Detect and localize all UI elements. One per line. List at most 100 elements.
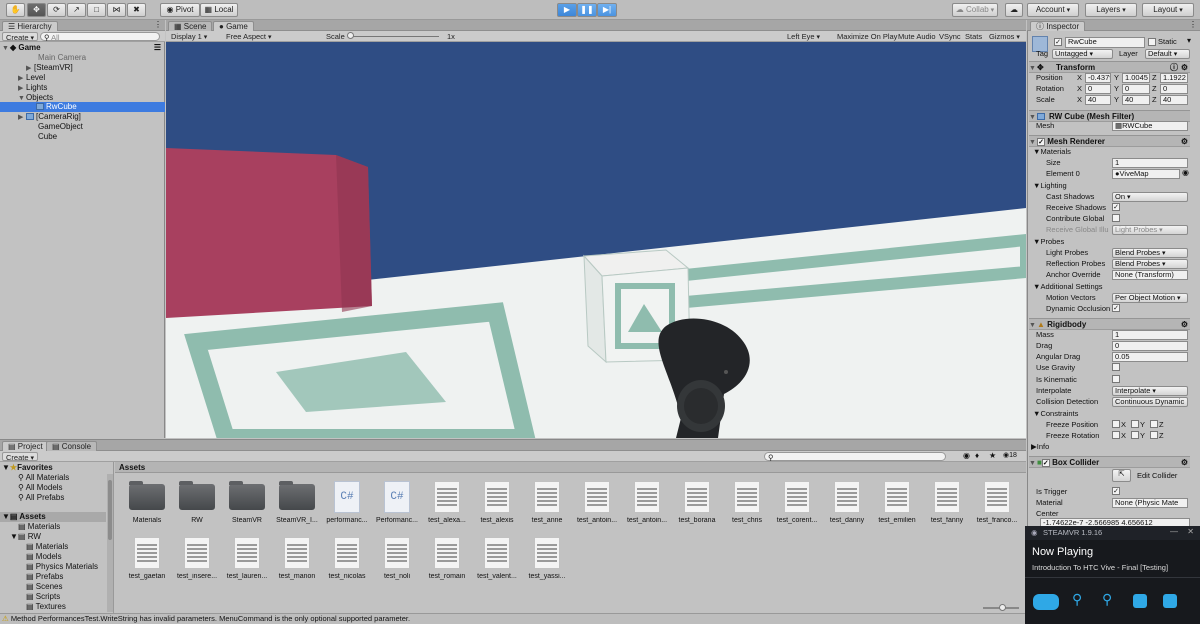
filter-by-label-icon[interactable]: ♦: [975, 451, 979, 460]
asset-item[interactable]: SteamVR_I...: [273, 480, 321, 532]
asset-item[interactable]: test_valent...: [473, 536, 521, 588]
favorite-star-icon[interactable]: ★: [989, 451, 996, 460]
is-trigger-checkbox[interactable]: ✓: [1112, 487, 1120, 495]
scale-slider[interactable]: Scale: [323, 32, 458, 41]
custom-tool-icon[interactable]: ✖: [127, 3, 146, 17]
reflection-probes-dropdown[interactable]: Blend Probes: [1112, 259, 1188, 269]
asset-item[interactable]: test_noli: [373, 536, 421, 588]
tree-folder[interactable]: ▤ Physics Materials: [0, 562, 98, 572]
position-z-field[interactable]: 1.1922: [1160, 73, 1188, 83]
rotation-x-field[interactable]: 0: [1085, 84, 1111, 94]
eye-dropdown[interactable]: Left Eye: [784, 32, 823, 41]
collider-material-field[interactable]: None (Physic Mate: [1112, 498, 1188, 508]
local-toggle[interactable]: ▦ Local: [200, 3, 238, 17]
anchor-override-field[interactable]: None (Transform): [1112, 270, 1188, 280]
constraints-foldout[interactable]: ▼Constraints: [1033, 408, 1197, 419]
asset-item[interactable]: test_danny: [823, 480, 871, 532]
element0-field[interactable]: ●ViveMap: [1112, 169, 1180, 179]
base-station-1-icon[interactable]: [1133, 594, 1147, 608]
component-settings-icon[interactable]: ⚙: [1181, 319, 1188, 330]
rotation-z-field[interactable]: 0: [1160, 84, 1188, 94]
collab-dropdown[interactable]: ☁ Collab: [952, 3, 998, 17]
probes-foldout[interactable]: ▼Probes: [1033, 236, 1197, 247]
component-settings-icon[interactable]: ⚙: [1181, 62, 1188, 73]
materials-foldout[interactable]: ▼Materials: [1033, 146, 1197, 157]
object-picker-icon[interactable]: ◉: [1182, 168, 1189, 177]
vsync-toggle[interactable]: VSync: [936, 32, 964, 41]
asset-item[interactable]: test_lauren...: [223, 536, 271, 588]
play-button[interactable]: ▶: [557, 3, 577, 17]
hierarchy-create-dropdown[interactable]: Create: [2, 32, 38, 42]
icon-size-slider[interactable]: [983, 604, 1019, 611]
asset-item[interactable]: test_gaetan: [123, 536, 171, 588]
additional-settings-foldout[interactable]: ▼Additional Settings: [1033, 281, 1197, 292]
position-x-field[interactable]: -0.4379: [1085, 73, 1111, 83]
controller-1-icon[interactable]: ⚲: [1072, 591, 1082, 608]
rotation-y-field[interactable]: 0: [1122, 84, 1150, 94]
gizmos-dropdown[interactable]: Gizmos: [986, 32, 1023, 41]
rect-tool-icon[interactable]: □: [87, 3, 106, 17]
tree-folder[interactable]: ▼▤ RW: [0, 532, 41, 542]
static-checkbox[interactable]: [1148, 38, 1156, 46]
tab-hierarchy[interactable]: ☰ Hierarchy: [2, 21, 58, 31]
hierarchy-item[interactable]: Main Camera: [0, 53, 86, 63]
light-probes-dropdown[interactable]: Blend Probes: [1112, 248, 1188, 258]
asset-item[interactable]: test_alexis: [473, 480, 521, 532]
status-bar[interactable]: ⚠ Method PerformancesTest.WriteString ha…: [0, 613, 1200, 624]
asset-item[interactable]: SteamVR: [223, 480, 271, 532]
tab-game[interactable]: ● Game: [213, 21, 254, 31]
cast-shadows-dropdown[interactable]: On: [1112, 192, 1188, 202]
materials-size-field[interactable]: 1: [1112, 158, 1188, 168]
layout-dropdown[interactable]: Layout: [1142, 3, 1194, 17]
edit-collider-icon[interactable]: ⇱: [1112, 469, 1131, 482]
contribute-global-checkbox[interactable]: [1112, 214, 1120, 222]
scale-tool-icon[interactable]: ↗: [67, 3, 86, 17]
scale-y-field[interactable]: 40: [1122, 95, 1150, 105]
hierarchy-search-input[interactable]: ⚲ All: [40, 32, 160, 42]
assets-root-row[interactable]: ▼▤ Assets: [0, 512, 106, 522]
tree-folder[interactable]: ▤ Scripts: [0, 592, 60, 602]
asset-item[interactable]: test_yassi...: [523, 536, 571, 588]
drag-field[interactable]: 0: [1112, 341, 1188, 351]
panel-menu-icon[interactable]: ⋮: [154, 20, 162, 29]
freeze-rot-z-checkbox[interactable]: [1150, 431, 1158, 439]
asset-item[interactable]: RW: [173, 480, 221, 532]
asset-item[interactable]: test_corent...: [773, 480, 821, 532]
minimize-icon[interactable]: —: [1170, 527, 1178, 536]
hierarchy-item[interactable]: ▶ Level: [0, 73, 45, 83]
hierarchy-item[interactable]: GameObject: [0, 122, 83, 132]
tab-console[interactable]: ▤ Console: [46, 441, 98, 451]
layer-dropdown[interactable]: Default: [1145, 49, 1190, 59]
use-gravity-checkbox[interactable]: [1112, 363, 1120, 371]
favorites-row[interactable]: ▼★Favorites: [0, 463, 53, 473]
hierarchy-item[interactable]: ▶ [CameraRig]: [0, 112, 81, 122]
tree-folder[interactable]: ▤ Prefabs: [0, 572, 63, 582]
asset-item[interactable]: test_emilien: [873, 480, 921, 532]
asset-item[interactable]: test_chris: [723, 480, 771, 532]
freeze-pos-z-checkbox[interactable]: [1150, 420, 1158, 428]
tree-folder[interactable]: ▤ Models: [0, 552, 62, 562]
asset-item[interactable]: test_manon: [273, 536, 321, 588]
pause-button[interactable]: ❚❚: [577, 3, 597, 17]
mass-field[interactable]: 1: [1112, 330, 1188, 340]
motion-vectors-dropdown[interactable]: Per Object Motion: [1112, 293, 1188, 303]
project-create-dropdown[interactable]: Create: [2, 452, 38, 462]
asset-item[interactable]: test_fanny: [923, 480, 971, 532]
aspect-dropdown[interactable]: Free Aspect: [223, 32, 319, 41]
tab-inspector[interactable]: ⓘ Inspector: [1030, 21, 1086, 31]
asset-item[interactable]: test_alexa...: [423, 480, 471, 532]
tree-folder[interactable]: ▤ Textures: [0, 602, 66, 612]
active-checkbox[interactable]: ✓: [1054, 38, 1062, 46]
step-button[interactable]: ▶|: [597, 3, 617, 17]
maximize-on-play-toggle[interactable]: Maximize On Play: [834, 32, 900, 41]
collision-detection-dropdown[interactable]: Continuous Dynamic: [1112, 397, 1188, 407]
asset-item[interactable]: test_anne: [523, 480, 571, 532]
tree-folder[interactable]: ▤ Materials: [0, 522, 60, 532]
tree-scrollbar-thumb[interactable]: [108, 480, 112, 540]
favorite-item[interactable]: ⚲ All Materials: [0, 473, 69, 483]
favorite-item[interactable]: ⚲ All Models: [0, 483, 63, 493]
is-kinematic-checkbox[interactable]: [1112, 375, 1120, 383]
move-tool-icon[interactable]: ✥: [27, 3, 46, 17]
scene-row[interactable]: ▼◆ Game ☰: [0, 43, 165, 53]
asset-item[interactable]: test_antoin...: [573, 480, 621, 532]
